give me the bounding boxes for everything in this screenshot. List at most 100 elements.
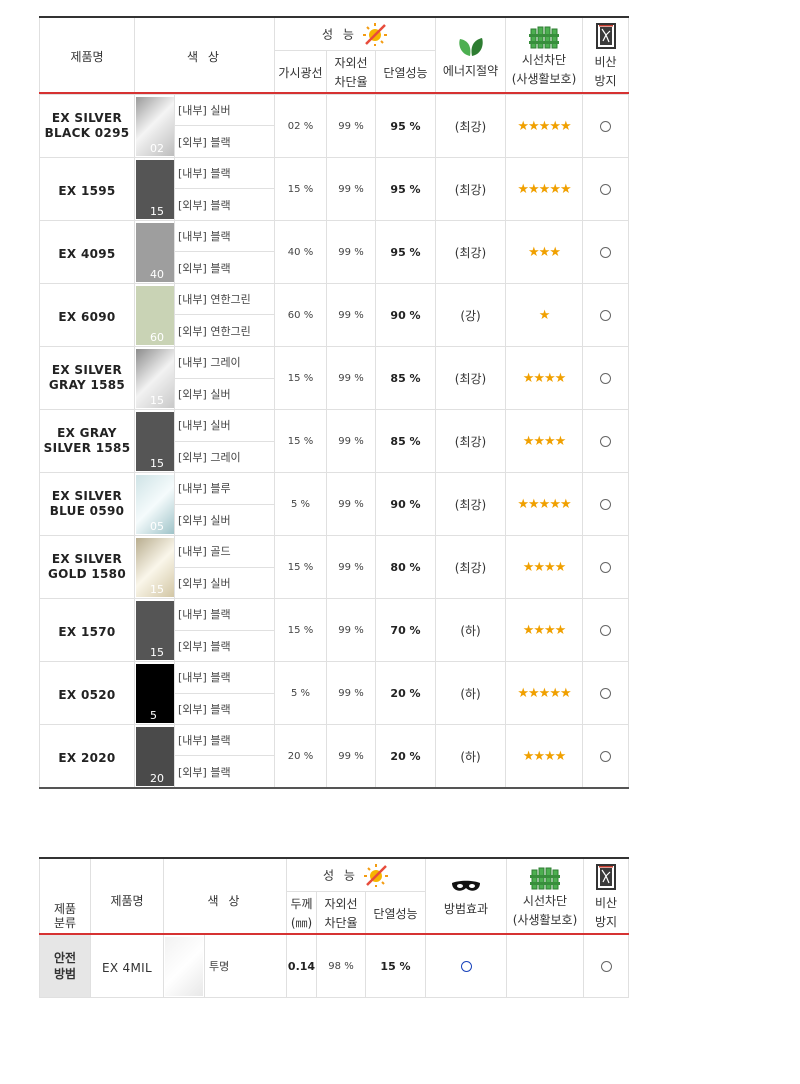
shatter-window-icon (595, 23, 616, 49)
inner-color-label: [내부] 블루 (174, 472, 275, 505)
energy-value: (최강) (435, 157, 507, 221)
outer-color-label: [외부] 블랙 (174, 629, 275, 662)
inner-color-label: [내부] 블랙 (174, 661, 275, 694)
table-row: EX SILVER GRAY 1585 15 [내부] 그레이 15 % 99 % 85 … (39, 346, 630, 410)
color-swatch: 15 (134, 598, 175, 662)
table-row: EX SILVER GOLD 1580 15 [내부] 골드 15 % 99 % 80 %… (39, 535, 630, 599)
shatter-cell (582, 220, 630, 284)
product-name: EX SILVER GRAY 1585 (39, 346, 135, 410)
table-row: EX 4095 40 [내부] 블랙 40 % 99 % 95 % (최강) ★★★ (39, 220, 630, 284)
inner-color-label: [내부] 블랙 (174, 723, 275, 757)
table-row: EX 6090 60 [내부] 연한그린 60 % 99 % 90 % (강) ★ (39, 283, 630, 347)
heat-value: 80 % (374, 535, 437, 599)
privacy-stars: ★ (505, 283, 584, 347)
privacy-stars: ★★★ (505, 220, 584, 284)
heat-value: 90 % (374, 283, 437, 347)
color-swatch: 20 (134, 724, 175, 789)
product-name: EX 4095 (39, 220, 135, 284)
shatter-cell (582, 283, 630, 347)
shatter-cell (583, 933, 630, 998)
product-name: EX 1595 (39, 157, 135, 221)
shatter-window-icon (596, 864, 617, 890)
visible-value: 60 % (274, 283, 327, 347)
product-name: EX SILVER BLACK 0295 (39, 94, 135, 158)
header-visible: 가시광선 (274, 49, 327, 94)
yes-circle-icon (600, 960, 612, 972)
inner-color-label: [내부] 블랙 (174, 220, 275, 252)
visible-value: 20 % (274, 724, 327, 789)
heat-value: 20 % (374, 661, 437, 725)
uv-value: 99 % (326, 724, 376, 789)
energy-value: (최강) (435, 472, 507, 536)
outer-color-label: [외부] 블랙 (174, 692, 275, 725)
film-spec-table: 제품명 색 상 성 능 에너지절약 시선차단 (사생활보호) 비산 방지 가시광… (39, 16, 630, 789)
energy-value: (최강) (435, 346, 507, 410)
yes-circle-icon (600, 120, 612, 132)
outer-color-label: [외부] 블랙 (174, 125, 275, 158)
swatch-number: 20 (150, 772, 164, 785)
table-row: 안전 방범 EX 4MIL 투명 0.14 98 % 15 % (39, 933, 630, 998)
product-name: EX 2020 (39, 724, 135, 789)
swatch-number: 15 (150, 646, 164, 659)
outer-color-label: [외부] 실버 (174, 566, 275, 599)
inner-color-label: [내부] 그레이 (174, 346, 275, 379)
fence-icon (530, 867, 561, 890)
leaf-icon (458, 37, 483, 56)
inner-color-label: [내부] 실버 (174, 409, 275, 442)
thickness-value: 0.14 (286, 933, 317, 998)
color-swatch: 15 (134, 346, 175, 410)
swatch-number: 15 (150, 457, 164, 470)
visible-value: 15 % (274, 157, 327, 221)
uv-value: 99 % (326, 535, 376, 599)
shatter-cell (582, 346, 630, 410)
shatter-cell (582, 598, 630, 662)
uv-value: 99 % (326, 157, 376, 221)
visible-value: 40 % (274, 220, 327, 284)
product-name: EX 0520 (39, 661, 135, 725)
color-swatch: 40 (134, 220, 175, 284)
shatter-cell (582, 94, 630, 158)
swatch-number: 05 (150, 520, 164, 533)
shatter-cell (582, 157, 630, 221)
fence-icon (529, 26, 560, 49)
table-row: EX 1570 15 [내부] 블랙 15 % 99 % 70 % (하) ★★★★ (39, 598, 630, 662)
yes-circle-icon (600, 687, 612, 699)
yes-circle-icon (600, 624, 612, 636)
privacy-stars: ★★★★ (505, 346, 584, 410)
yes-circle-icon (460, 960, 472, 972)
header-crime: 방범효과 (425, 857, 508, 935)
privacy-stars: ★★★★★ (505, 94, 584, 158)
header-heat: 단열성능 (374, 49, 437, 94)
yes-circle-icon (600, 372, 612, 384)
header-shatter: 비산 방지 (583, 857, 630, 935)
outer-color-label: [외부] 그레이 (174, 440, 275, 473)
heat-value: 90 % (374, 472, 437, 536)
swatch-number: 40 (150, 268, 164, 281)
swatch-number: 5 (150, 709, 157, 722)
swatch-number: 60 (150, 331, 164, 344)
privacy-cell (506, 933, 585, 998)
header-energy: 에너지절약 (435, 16, 507, 94)
energy-value: (최강) (435, 220, 507, 284)
privacy-stars: ★★★★★ (505, 472, 584, 536)
uv-value: 98 % (316, 933, 366, 998)
color-swatch: 15 (134, 409, 175, 473)
yes-circle-icon (600, 561, 612, 573)
color-swatch (163, 933, 205, 998)
product-name: EX 4MIL (90, 933, 164, 998)
uv-value: 99 % (326, 661, 376, 725)
privacy-stars: ★★★★★ (505, 661, 584, 725)
swatch-number: 15 (150, 583, 164, 596)
heat-value: 85 % (374, 346, 437, 410)
swatch-number: 02 (150, 142, 164, 155)
outer-color-label: [외부] 블랙 (174, 755, 275, 789)
energy-value: (하) (435, 724, 507, 789)
yes-circle-icon (600, 246, 612, 258)
color-swatch: 5 (134, 661, 175, 725)
table-row: EX 2020 20 [내부] 블랙 20 % 99 % 20 % (하) ★★★★ (39, 723, 630, 789)
yes-circle-icon (600, 435, 612, 447)
outer-color-label: [외부] 블랙 (174, 251, 275, 284)
yes-circle-icon (600, 183, 612, 195)
header-privacy: 시선차단 (사생활보호) (506, 857, 585, 935)
yes-circle-icon (600, 309, 612, 321)
